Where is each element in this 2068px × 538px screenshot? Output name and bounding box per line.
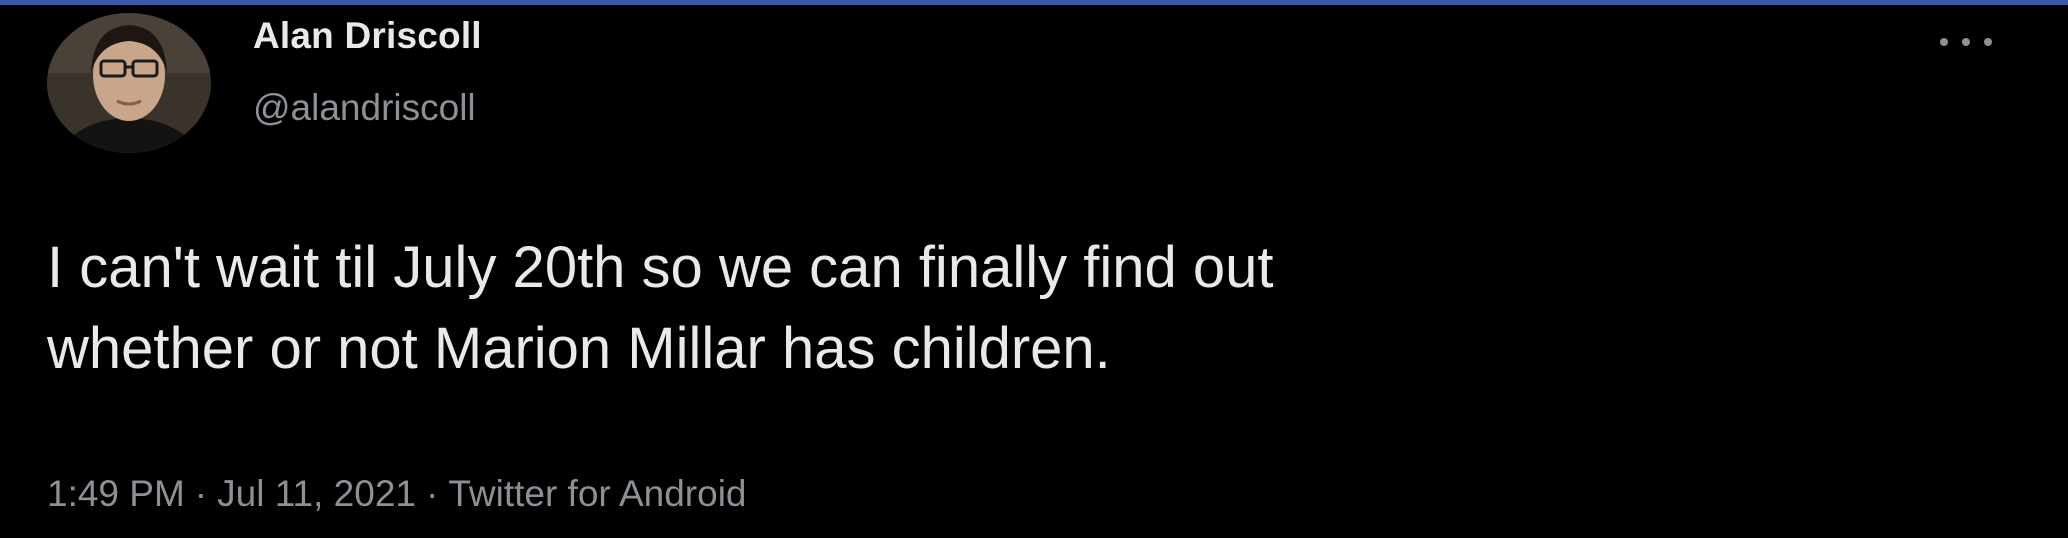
tweet-date[interactable]: Jul 11, 2021 <box>217 473 416 514</box>
tweet-text-line: whether or not Marion Millar has childre… <box>47 316 1111 381</box>
tweet-card: Alan Driscoll @alandriscoll I can't wait… <box>0 5 2068 538</box>
meta-separator: · <box>194 473 208 514</box>
tweet-text-line: I can't wait til July 20th so we can fin… <box>47 235 1274 300</box>
more-dot <box>1962 38 1970 46</box>
tweet-metadata: 1:49 PM · Jul 11, 2021 · Twitter for Android <box>47 473 747 515</box>
more-horizontal-icon[interactable] <box>1940 27 1992 57</box>
author-handle[interactable]: @alandriscoll <box>253 87 476 129</box>
more-dot <box>1940 38 1948 46</box>
tweet-text: I can't wait til July 20th so we can fin… <box>47 227 1947 389</box>
avatar[interactable] <box>47 13 211 153</box>
more-dot <box>1984 38 1992 46</box>
tweet-source[interactable]: Twitter for Android <box>448 473 746 514</box>
author-display-name[interactable]: Alan Driscoll <box>253 15 482 57</box>
avatar-photo <box>47 13 211 153</box>
meta-separator: · <box>425 473 439 514</box>
tweet-time[interactable]: 1:49 PM <box>47 473 185 514</box>
